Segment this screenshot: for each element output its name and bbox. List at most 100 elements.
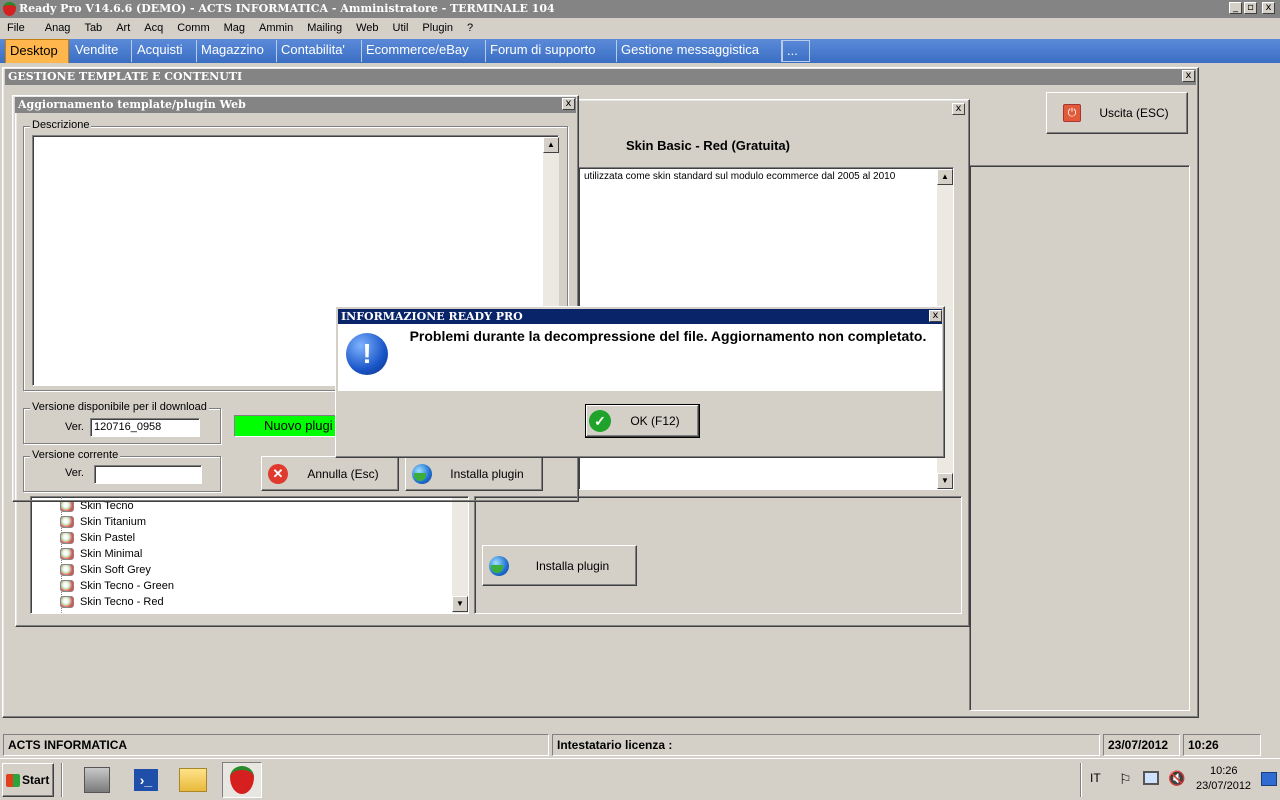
description-label: Descrizione xyxy=(30,119,92,131)
tree-item[interactable]: Skin Tecno - Red xyxy=(60,594,164,610)
tab-messaggistica[interactable]: Gestione messaggistica xyxy=(617,40,782,62)
tab-contabilita[interactable]: Contabilita' xyxy=(277,40,362,62)
cancel-button[interactable]: ✕ Annulla (Esc) xyxy=(261,456,399,491)
skin-icon xyxy=(60,516,74,528)
tab-desktop[interactable]: Desktop xyxy=(5,39,69,63)
scroll-down-icon[interactable]: ▼ xyxy=(937,473,953,489)
globe-install-icon xyxy=(489,555,509,576)
menu-acq[interactable]: Acq xyxy=(144,19,163,38)
taskbar: Start ›_ IT ⚐ 🔇 10:26 23/07/2012 xyxy=(0,758,1280,800)
taskbar-separator xyxy=(61,763,63,797)
windows-logo-icon xyxy=(6,773,20,787)
clock-time: 10:26 xyxy=(1210,765,1238,777)
network-icon[interactable] xyxy=(1143,771,1159,785)
menu-art[interactable]: Art xyxy=(116,19,130,38)
skin-icon xyxy=(60,596,74,608)
exit-button[interactable]: ⏻ Uscita (ESC) xyxy=(1046,92,1188,134)
menu-bar: File Anag Tab Art Acq Comm Mag Ammin Mai… xyxy=(0,19,1280,38)
ok-button[interactable]: ✓ OK (F12) xyxy=(585,404,700,438)
tree-item[interactable]: Skin Titanium xyxy=(60,514,146,530)
menu-mailing[interactable]: Mailing xyxy=(307,19,342,38)
status-indicator: Nuovo plugi xyxy=(234,415,344,437)
app-titlebar: Ready Pro V14.6.6 (DEMO) - ACTS INFORMAT… xyxy=(0,0,1280,18)
update-dialog-close-icon[interactable]: x xyxy=(562,98,575,110)
current-version-label: Versione corrente xyxy=(30,449,121,461)
menu-web[interactable]: Web xyxy=(356,19,378,38)
menu-anag[interactable]: Anag xyxy=(45,19,71,38)
close-button[interactable]: x xyxy=(1262,2,1275,14)
current-version-field[interactable] xyxy=(94,465,202,484)
volume-muted-icon[interactable]: 🔇 xyxy=(1168,770,1185,787)
tab-forum[interactable]: Forum di supporto xyxy=(486,40,617,62)
show-desktop-icon[interactable] xyxy=(1261,772,1277,786)
download-version-field[interactable]: 120716_0958 xyxy=(90,418,200,437)
check-icon: ✓ xyxy=(589,410,611,432)
dialog-install-plugin-button[interactable]: Installa plugin xyxy=(405,456,543,491)
tree-item[interactable]: Skin Tecno - Green xyxy=(60,578,174,594)
tree-scroll-down-icon[interactable]: ▼ xyxy=(452,596,468,612)
flag-icon[interactable]: ⚐ xyxy=(1119,772,1132,786)
skin-detail-close-icon[interactable]: x xyxy=(952,103,965,115)
tab-magazzino[interactable]: Magazzino xyxy=(197,40,277,62)
tree-scrollbar[interactable]: ▼ xyxy=(452,498,468,613)
info-icon: ! xyxy=(346,333,388,375)
template-manager-titlebar: GESTIONE TEMPLATE E CONTENUTI xyxy=(5,69,1196,85)
start-button[interactable]: Start xyxy=(2,763,54,797)
download-ver-label: Ver. xyxy=(65,421,84,433)
explorer-folder-icon[interactable] xyxy=(173,762,213,798)
download-version-label: Versione disponibile per il download xyxy=(30,401,209,413)
tab-acquisti[interactable]: Acquisti xyxy=(133,40,197,62)
server-manager-icon[interactable] xyxy=(77,762,117,798)
menu-help[interactable]: ? xyxy=(467,19,473,38)
app-title: Ready Pro V14.6.6 (DEMO) - ACTS INFORMAT… xyxy=(19,2,555,15)
info-message-area: ! Problemi durante la decompressione del… xyxy=(338,324,942,391)
strawberry-app-icon xyxy=(3,2,16,16)
status-date: 23/07/2012 xyxy=(1103,734,1180,756)
description-scroll-up-icon[interactable]: ▲ xyxy=(543,137,559,153)
info-dialog-close-icon[interactable]: x xyxy=(929,310,942,322)
tray-separator xyxy=(1080,763,1082,797)
info-message: Problemi durante la decompressione del f… xyxy=(409,328,927,344)
cancel-x-icon: ✕ xyxy=(268,463,288,484)
powershell-icon[interactable]: ›_ xyxy=(126,762,166,798)
minimize-button[interactable]: _ xyxy=(1229,2,1242,14)
info-dialog-titlebar: INFORMAZIONE READY PRO xyxy=(338,309,942,324)
preview-panel xyxy=(969,165,1190,711)
status-time: 10:26 xyxy=(1183,734,1261,756)
install-plugin-button[interactable]: Installa plugin xyxy=(482,545,637,586)
template-manager-close-icon[interactable]: x xyxy=(1182,70,1195,82)
tab-ecommerce[interactable]: Ecommerce/eBay xyxy=(362,40,486,62)
skin-icon xyxy=(60,532,74,544)
info-dialog: INFORMAZIONE READY PRO x ! Problemi dura… xyxy=(335,306,945,458)
tab-more[interactable]: ... xyxy=(782,40,810,62)
restore-button[interactable]: ▫ xyxy=(1244,2,1257,14)
menu-mag[interactable]: Mag xyxy=(224,19,245,38)
ready-pro-taskbar-icon[interactable] xyxy=(222,762,262,798)
skin-title: Skin Basic - Red (Gratuita) xyxy=(626,138,790,153)
status-company: ACTS INFORMATICA xyxy=(3,734,549,756)
tree-item[interactable]: Skin Pastel xyxy=(60,530,135,546)
status-license: Intestatario licenza : xyxy=(552,734,1100,756)
skin-description: utilizzata come skin standard sul modulo… xyxy=(584,171,896,182)
current-ver-label: Ver. xyxy=(65,467,84,479)
menu-comm[interactable]: Comm xyxy=(177,19,209,38)
clock-date: 23/07/2012 xyxy=(1196,780,1252,792)
update-dialog-titlebar: Aggiornamento template/plugin Web xyxy=(15,97,576,113)
menu-util[interactable]: Util xyxy=(393,19,409,38)
skin-icon xyxy=(60,580,74,592)
scroll-up-icon[interactable]: ▲ xyxy=(937,169,953,185)
language-indicator[interactable]: IT xyxy=(1090,771,1101,785)
skin-icon xyxy=(60,564,74,576)
tree-item[interactable]: Skin Minimal xyxy=(60,546,142,562)
tree-item[interactable]: Skin Soft Grey xyxy=(60,562,151,578)
download-version-group: Versione disponibile per il download Ver… xyxy=(23,401,221,444)
tab-vendite[interactable]: Vendite xyxy=(71,40,132,62)
menu-tab[interactable]: Tab xyxy=(84,19,102,38)
current-version-group: Versione corrente Ver. xyxy=(23,449,221,492)
power-icon: ⏻ xyxy=(1063,104,1081,122)
globe-install-icon xyxy=(412,463,432,484)
menu-plugin[interactable]: Plugin xyxy=(422,19,453,38)
menu-file[interactable]: File xyxy=(7,19,25,38)
skin-icon xyxy=(60,548,74,560)
menu-ammin[interactable]: Ammin xyxy=(259,19,293,38)
